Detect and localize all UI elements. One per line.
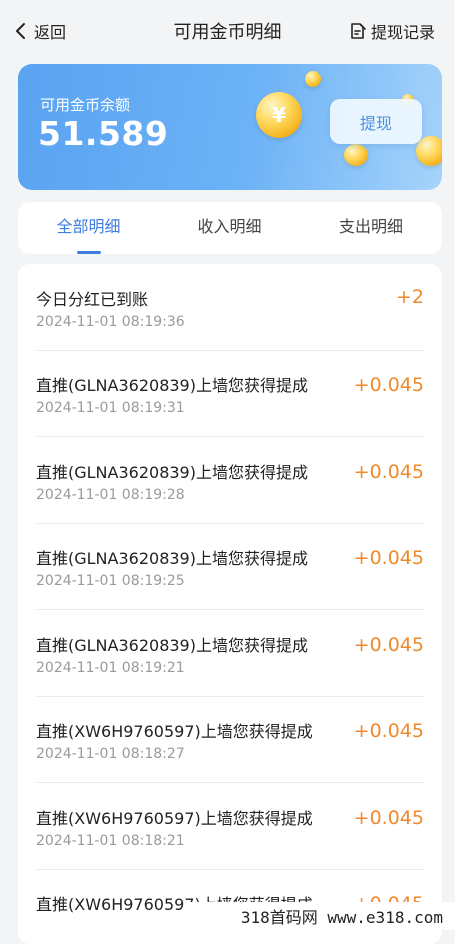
withdraw-button[interactable]: 提现 (330, 99, 422, 144)
small-coin-icon (305, 71, 321, 87)
tab-expense-details[interactable]: 支出明细 (300, 202, 442, 254)
transaction-amount: +0.045 (353, 720, 424, 742)
transaction-row[interactable]: 今日分红已到账 2024-11-01 08:19:36 +2 (36, 264, 424, 351)
top-nav-bar: 返回 可用金币明细 提现记录 (0, 0, 455, 62)
tab-income-details[interactable]: 收入明细 (159, 202, 300, 254)
transaction-amount: +0.045 (353, 461, 424, 483)
transaction-time: 2024-11-01 08:19:36 (36, 314, 185, 330)
transaction-time: 2024-11-01 08:19:25 (36, 573, 185, 589)
small-coin-icon (344, 144, 368, 166)
transaction-row[interactable]: 直推(GLNA3620839)上墙您获得提成 2024-11-01 08:19:… (36, 610, 424, 697)
withdraw-records-button[interactable]: 提现记录 (349, 19, 435, 43)
transaction-row[interactable]: 直推(XW6H9760597)上墙您获得提成 2024-11-01 08:18:… (36, 783, 424, 870)
transaction-description: 今日分红已到账 (36, 290, 149, 309)
record-edit-icon (351, 23, 366, 39)
transaction-description: 直推(GLNA3620839)上墙您获得提成 (36, 463, 308, 482)
transaction-row[interactable]: 直推(GLNA3620839)上墙您获得提成 2024-11-01 08:19:… (36, 437, 424, 524)
balance-card: 可用金币余额 51.589 ¥ 提现 (18, 64, 442, 190)
transaction-row[interactable]: 直推(GLNA3620839)上墙您获得提成 2024-11-01 08:19:… (36, 523, 424, 610)
transaction-amount: +2 (395, 286, 424, 308)
transaction-amount: +0.045 (353, 634, 424, 656)
tab-label: 支出明细 (338, 217, 403, 236)
transaction-description: 直推(GLNA3620839)上墙您获得提成 (36, 376, 308, 395)
tab-label: 全部明细 (56, 217, 121, 236)
transaction-row[interactable]: 直推(XW6H9760597)上墙您获得提成 2024-11-01 08:18:… (36, 696, 424, 783)
transaction-description: 直推(XW6H9760597)上墙您获得提成 (36, 809, 313, 828)
gold-coin-icon: ¥ (256, 92, 302, 138)
transaction-amount: +0.045 (353, 374, 424, 396)
site-watermark: 318首码网 www.e318.com (185, 902, 455, 930)
balance-caption: 可用金币余额 (40, 96, 131, 114)
filter-tabs: 全部明细 收入明细 支出明细 (18, 202, 442, 254)
transaction-time: 2024-11-01 08:19:28 (36, 487, 185, 503)
watermark-text: 318首码网 www.e318.com (240, 908, 443, 927)
gold-coin-icon (416, 136, 442, 166)
tab-all-details[interactable]: 全部明细 (18, 202, 159, 254)
transaction-amount: +0.045 (353, 807, 424, 829)
transaction-time: 2024-11-01 08:18:21 (36, 833, 185, 849)
transaction-amount: +0.045 (353, 547, 424, 569)
transaction-description: 直推(XW6H9760597)上墙您获得提成 (36, 722, 313, 741)
transaction-description: 直推(GLNA3620839)上墙您获得提成 (36, 636, 308, 655)
transaction-time: 2024-11-01 08:18:27 (36, 746, 185, 762)
tab-label: 收入明细 (197, 217, 262, 236)
active-tab-indicator (76, 251, 101, 254)
balance-amount: 51.589 (38, 114, 169, 153)
transaction-list: 今日分红已到账 2024-11-01 08:19:36 +2 直推(GLNA36… (18, 264, 442, 944)
coin-symbol: ¥ (272, 103, 286, 127)
withdraw-records-label: 提现记录 (370, 23, 435, 42)
transaction-description: 直推(GLNA3620839)上墙您获得提成 (36, 549, 308, 568)
transaction-time: 2024-11-01 08:19:21 (36, 660, 185, 676)
transaction-row[interactable]: 直推(GLNA3620839)上墙您获得提成 2024-11-01 08:19:… (36, 350, 424, 437)
transaction-time: 2024-11-01 08:19:31 (36, 400, 185, 416)
